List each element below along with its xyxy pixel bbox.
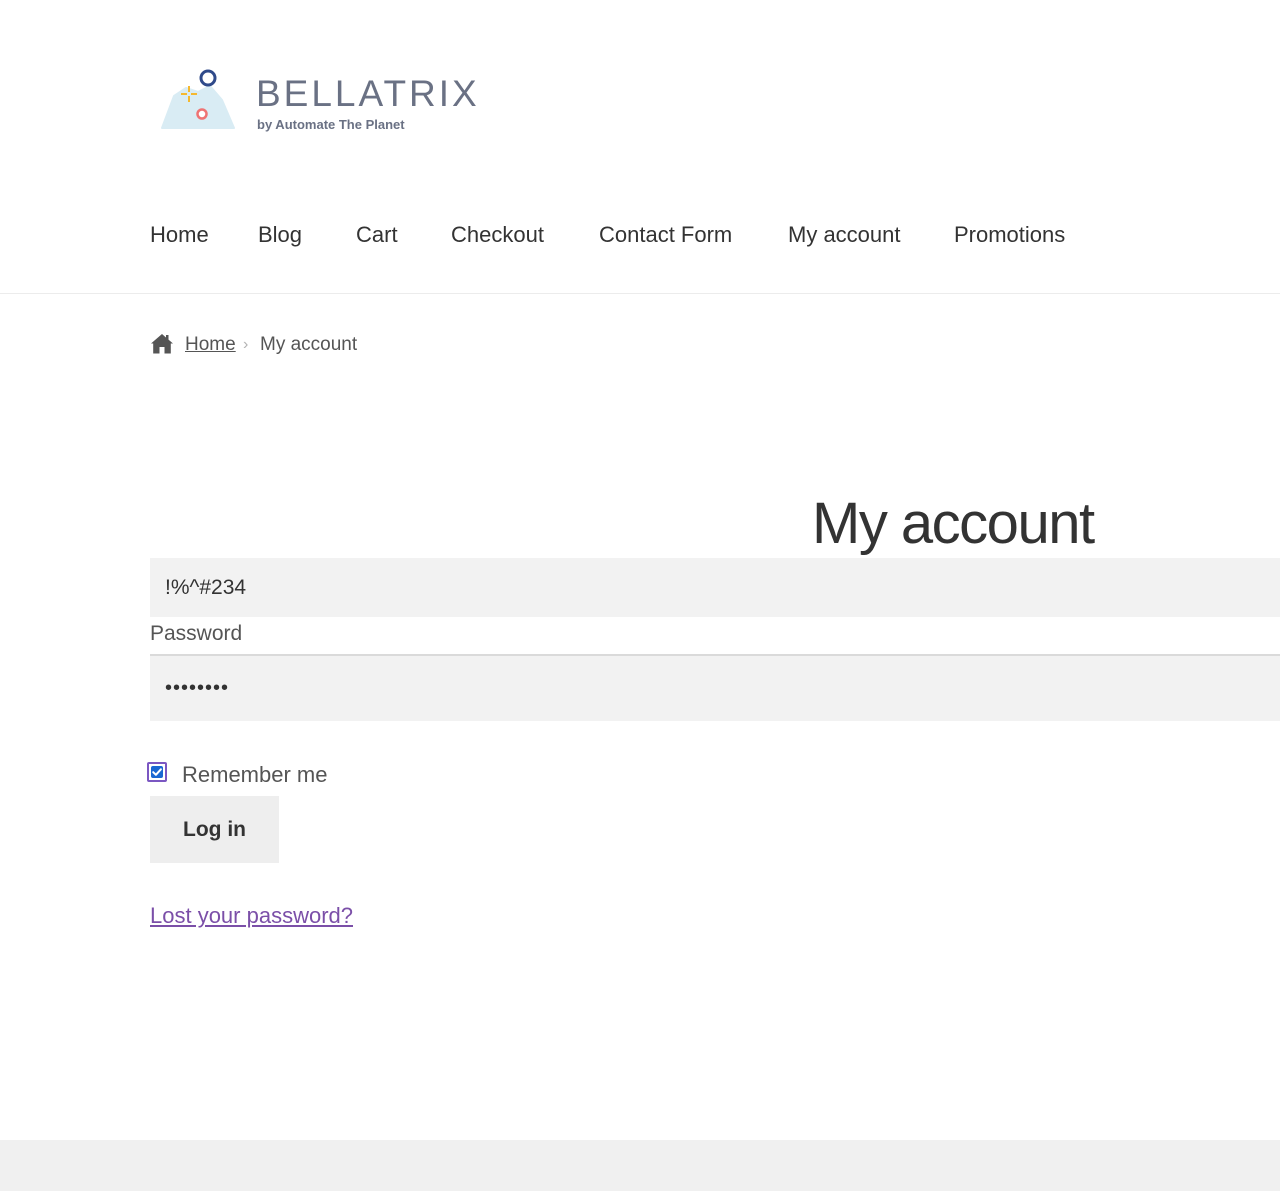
login-button[interactable]: Log in <box>150 796 279 863</box>
remember-me-label: Remember me <box>182 762 328 787</box>
checkmark-icon <box>152 768 162 776</box>
nav-item-cart[interactable]: Cart <box>356 218 398 252</box>
nav-item-home[interactable]: Home <box>150 218 209 252</box>
nav-item-blog[interactable]: Blog <box>258 218 302 252</box>
home-icon <box>151 334 173 354</box>
username-field[interactable] <box>150 558 1280 617</box>
nav-item-my-account[interactable]: My account <box>788 218 901 252</box>
lost-password-link[interactable]: Lost your password? <box>150 901 353 931</box>
logo-mark-icon <box>161 69 235 129</box>
page-title: My account <box>812 491 1095 556</box>
remember-me-checkbox[interactable] <box>147 762 167 782</box>
breadcrumb-separator: › <box>243 336 249 353</box>
breadcrumb-home-link[interactable]: Home <box>185 332 236 358</box>
password-label: Password <box>150 622 243 645</box>
checkbox-fill <box>151 766 163 778</box>
header-divider <box>0 293 1280 294</box>
logo-tagline: by Automate The Planet <box>257 117 405 132</box>
nav-item-checkout[interactable]: Checkout <box>451 218 544 252</box>
password-field[interactable] <box>150 654 1280 721</box>
nav-item-contact-form[interactable]: Contact Form <box>599 218 732 252</box>
nav-item-promotions[interactable]: Promotions <box>954 218 1065 252</box>
site-footer <box>0 1140 1280 1191</box>
breadcrumb-current: My account <box>260 334 358 355</box>
site-logo[interactable]: BELLATRIX by Automate The Planet <box>160 66 480 138</box>
logo-wordmark: BELLATRIX <box>256 73 480 114</box>
